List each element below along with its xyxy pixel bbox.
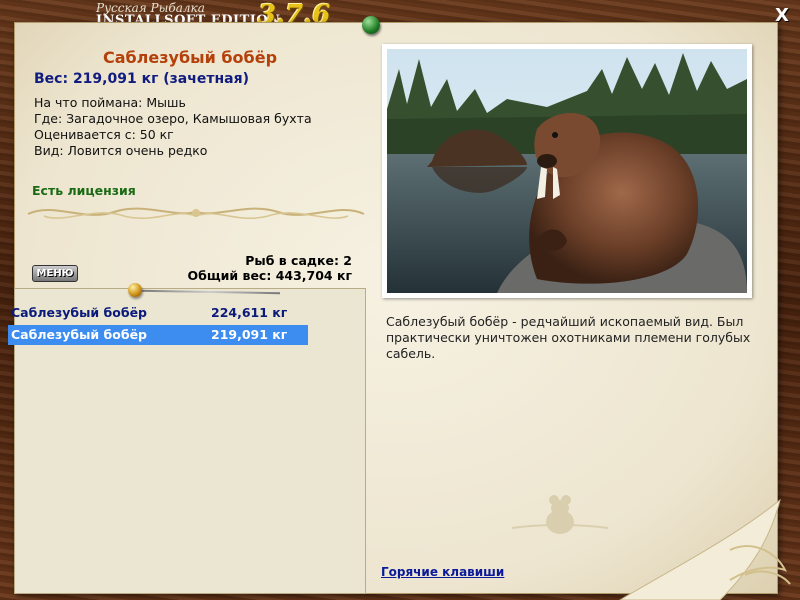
catch-list-item[interactable]: Саблезубый бобёр 224,611 кг — [8, 303, 308, 323]
catch-weight: 224,611 кг — [211, 305, 288, 320]
fish-weight: Вес: 219,091 кг (зачетная) — [34, 71, 249, 87]
cage-summary: Рыб в садке: 2 Общий вес: 443,704 кг — [188, 253, 353, 283]
catch-name: Саблезубый бобёр — [11, 305, 147, 320]
fish-photo — [382, 44, 752, 298]
catch-weight: 219,091 кг — [211, 327, 288, 342]
hotkeys-link[interactable]: Горячие клавиши — [381, 565, 504, 579]
info-bait: На что поймана: Мышь — [34, 95, 186, 110]
page-curl-icon — [619, 498, 791, 600]
cage-count: Рыб в садке: 2 — [245, 253, 352, 268]
pushpin-icon — [362, 16, 380, 34]
catch-name: Саблезубый бобёр — [11, 327, 147, 342]
fish-name: Саблезубый бобёр — [102, 48, 278, 67]
pushpin-icon-small — [128, 283, 142, 297]
license-status: Есть лицензия — [32, 183, 136, 198]
catch-list-item-selected[interactable]: Саблезубый бобёр 219,091 кг — [8, 325, 308, 345]
info-location: Где: Загадочное озеро, Камышовая бухта — [34, 111, 312, 126]
info-value: Оценивается с: 50 кг — [34, 127, 174, 142]
beaver-photo-image — [387, 49, 747, 293]
info-rarity: Вид: Ловится очень редко — [34, 143, 208, 158]
fish-description: Саблезубый бобёр - редчайший ископаемый … — [386, 314, 751, 361]
cage-total: Общий вес: 443,704 кг — [187, 268, 353, 283]
ornament-divider-icon — [27, 207, 365, 220]
menu-button[interactable]: МЕНЮ — [32, 265, 78, 282]
